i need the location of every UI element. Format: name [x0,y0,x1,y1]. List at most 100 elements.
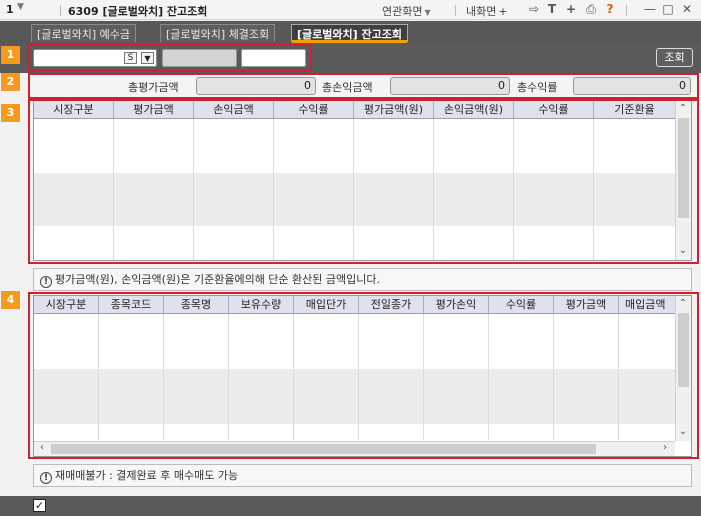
screen-number: 1 [6,3,14,16]
badge-1: 1 [1,46,20,64]
related-screens-menu[interactable]: 연관화면 ▼ [382,3,431,19]
related-screens-label: 연관화면 [382,5,423,18]
column-line [98,314,99,440]
column-header[interactable]: 평가금액 [114,101,194,119]
text-icon[interactable]: T [545,2,559,16]
info-icon: ! [40,472,52,484]
horizontal-scrollbar[interactable]: ‹ › [34,441,675,456]
plus-icon[interactable]: + [564,2,578,16]
row-band [34,369,675,424]
scroll-thumb[interactable] [678,118,689,218]
total-eval-label: 총평가금액 [128,81,179,94]
badge-3: 3 [1,104,20,122]
column-header[interactable]: 평가금액 [554,296,619,314]
vertical-scrollbar[interactable]: ⌃ ⌄ [675,296,691,441]
account-type-badge[interactable]: S [124,52,137,64]
column-line [228,314,229,440]
column-header[interactable]: 평가금액(원) [354,101,434,119]
column-line [193,119,194,260]
column-line [358,314,359,440]
scroll-thumb[interactable] [678,313,689,387]
column-header[interactable]: 손익금액 [194,101,274,119]
summary-row: 총평가금액 0 총손익금액 0 총수익률 0 [28,74,698,98]
column-header[interactable]: 보유수량 [229,296,294,314]
holdings-grid[interactable]: 시장구분 종목코드 종목명 보유수량 매입단가 전일종가 평가손익 수익률 평가… [33,295,692,457]
password-field[interactable] [241,49,306,67]
chevron-down-icon[interactable]: ▼ [17,2,24,12]
window-titlebar: 1 ▼ 6309 [글로벌와치] 잔고조회 연관화면 ▼ 내화면 + ⇨ T + ⎙… [0,0,701,20]
maximize-icon[interactable]: □ [661,2,675,16]
minimize-icon[interactable]: — [643,2,657,16]
column-line [293,314,294,440]
column-header[interactable]: 손익금액(원) [434,101,514,119]
chevron-down-icon[interactable]: ▼ [141,52,154,64]
column-header[interactable]: 시장구분 [34,296,99,314]
fx-notice-text: 평가금액(원), 손익금액(원)은 기준환율에의해 단순 환산된 금액입니다. [55,273,380,286]
total-eval-value: 0 [196,77,316,95]
column-line [423,314,424,440]
scroll-up-icon[interactable]: ⌃ [676,103,690,114]
resale-notice-text: 재매매불가 : 결제완료 후 매수매도 가능 [55,469,239,482]
row-band [34,173,675,226]
tab-balance[interactable]: [글로벌와치] 잔고조회 [291,24,408,43]
total-pnl-value: 0 [390,77,510,95]
fx-notice: ! 평가금액(원), 손익금액(원)은 기준환율에의해 단순 환산된 금액입니다. [33,268,692,291]
scroll-left-icon[interactable]: ‹ [35,442,49,453]
column-line [553,314,554,440]
column-header[interactable]: 수익률 [274,101,354,119]
column-header[interactable]: 평가손익 [424,296,489,314]
scroll-up-icon[interactable]: ⌃ [676,298,690,309]
scroll-down-icon[interactable]: ⌄ [676,426,690,437]
total-rate-label: 총수익률 [517,81,558,94]
account-select[interactable]: S ▼ [33,49,157,67]
column-line [353,119,354,260]
column-header[interactable]: 매입금액 [619,296,675,314]
help-icon[interactable]: ? [603,2,617,16]
column-header[interactable]: 수익률 [514,101,594,119]
scroll-right-icon[interactable]: › [658,442,672,453]
market-summary-grid[interactable]: 시장구분 평가금액 손익금액 수익률 평가금액(원) 손익금액(원) 수익률 기… [33,100,692,261]
column-line [593,119,594,260]
column-line [618,314,619,440]
window-title: 6309 [글로벌와치] 잔고조회 [68,5,208,18]
column-header[interactable]: 시장구분 [34,101,114,119]
column-header[interactable]: 전일종가 [359,296,424,314]
badge-2: 2 [1,73,20,91]
column-line [488,314,489,440]
close-icon[interactable]: ✕ [680,2,694,16]
info-icon: ! [40,276,52,288]
column-header[interactable]: 수익률 [489,296,554,314]
scroll-down-icon[interactable]: ⌄ [676,245,690,256]
account-name-field [162,49,237,67]
vertical-scrollbar[interactable]: ⌃ ⌄ [675,101,691,260]
plus-icon: + [498,5,508,18]
column-line [433,119,434,260]
tab-executions[interactable]: [글로벌와치] 체결조회 [160,24,276,42]
total-pnl-label: 총손익금액 [322,81,373,94]
column-line [273,119,274,260]
separator [626,5,627,16]
my-screen-button[interactable]: 내화면 + [466,3,508,19]
grid-header: 시장구분 평가금액 손익금액 수익률 평가금액(원) 손익금액(원) 수익률 기… [34,101,675,119]
my-screen-label: 내화면 [466,5,497,18]
column-header[interactable]: 종목코드 [99,296,164,314]
column-line [513,119,514,260]
tab-deposit[interactable]: [글로벌와치] 예수금 [31,24,137,42]
query-toolbar: S ▼ 조회 [0,43,701,73]
separator [60,5,61,16]
column-header[interactable]: 기준환율 [594,101,675,119]
query-button[interactable]: 조회 [656,48,693,67]
tab-bar: [글로벌와치] 예수금 [글로벌와치] 체결조회 [글로벌와치] 잔고조회 [0,21,701,43]
option-checkbox[interactable]: ✓ [33,499,46,512]
column-header[interactable]: 종목명 [164,296,229,314]
badge-4: 4 [1,291,20,309]
separator [455,5,456,16]
link-screen-icon[interactable]: ⇨ [527,2,541,16]
scroll-thumb[interactable] [51,444,596,454]
print-icon[interactable]: ⎙ [584,2,598,17]
column-header[interactable]: 매입단가 [294,296,359,314]
status-bar: ✓ [0,496,701,516]
column-line [113,119,114,260]
resale-notice: ! 재매매불가 : 결제완료 후 매수매도 가능 [33,464,692,487]
grid-header: 시장구분 종목코드 종목명 보유수량 매입단가 전일종가 평가손익 수익률 평가… [34,296,675,314]
